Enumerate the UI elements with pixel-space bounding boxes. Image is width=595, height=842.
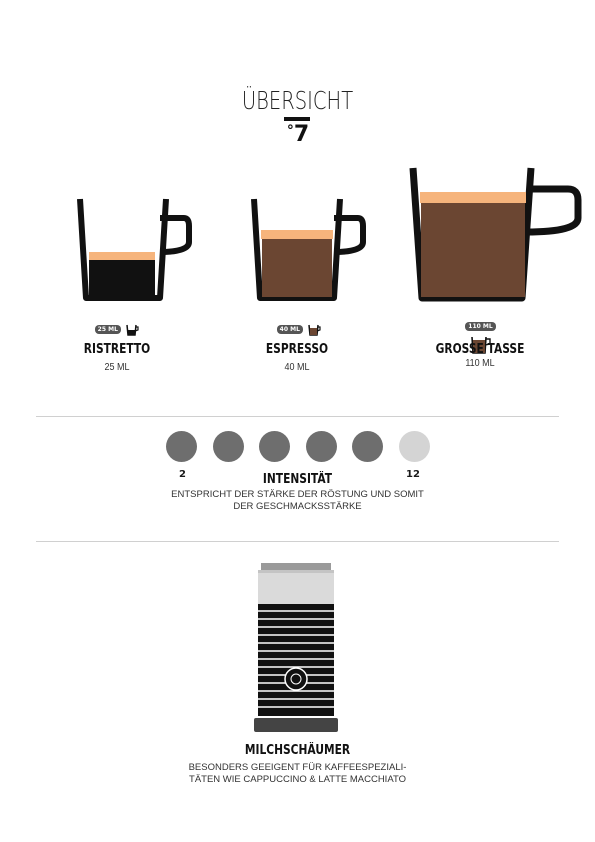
ristretto-cup-icon [77, 198, 192, 301]
intensity-description-line-1: ENTSPRICHT DER STÄRKE DER RÖSTUNG UND SO… [171, 489, 424, 500]
milk-frother-title: MILCHSCHÄUMER [244, 743, 351, 758]
divider-top [36, 416, 559, 417]
intensity-title: INTENSITÄT [262, 472, 333, 487]
intensity-dot [166, 431, 197, 462]
espresso-cup-icon [251, 198, 366, 301]
espresso-name: ESPRESSO [265, 342, 329, 357]
divider-bottom [36, 541, 559, 542]
intensity-description: ENTSPRICHT DER STÄRKE DER RÖSTUNG UND SO… [0, 489, 595, 513]
logo-degree: ° [286, 123, 294, 139]
mini-cup-icon [308, 324, 321, 336]
grosse-tasse-name: GROSSE TASSE [435, 342, 525, 357]
intensity-dot [259, 431, 290, 462]
ristretto-name: RISTRETTO [83, 342, 151, 357]
intensity-dot [398, 431, 430, 462]
milk-frother-description: BESONDERS GEEIGENT FÜR KAFFEESPEZIALI- T… [0, 762, 595, 786]
brand-logo: °7 [283, 122, 313, 147]
grosse-tasse-badge: 110 ML [465, 322, 496, 332]
espresso-size-indicator: 40 ML [274, 321, 324, 339]
intensity-dot [212, 431, 244, 462]
logo-bar [284, 117, 310, 121]
intensity-description-line-2: DER GESCHMACKSSTÄRKE [233, 501, 362, 512]
ristretto-volume: 25 ML [104, 362, 130, 373]
mini-cup-icon [126, 324, 139, 336]
intensity-dot [352, 431, 383, 462]
ristretto-size-indicator: 25 ML [92, 321, 142, 339]
milk-frother-icon [254, 563, 338, 732]
espresso-volume: 40 ML [284, 362, 310, 373]
grosse-tasse-cup-icon [409, 167, 582, 302]
milk-frother-description-line-2: TÄTEN WIE CAPPUCCINO & LATTE MACCHIATO [189, 774, 406, 785]
logo-number: 7 [293, 122, 310, 147]
grosse-tasse-volume: 110 ML [465, 358, 495, 369]
espresso-badge: 40 ML [276, 325, 303, 335]
milk-frother-description-line-1: BESONDERS GEEIGENT FÜR KAFFEESPEZIALI- [188, 762, 407, 773]
intensity-dot [305, 431, 337, 462]
ristretto-badge: 25 ML [94, 325, 121, 335]
page-title: ÜBERSICHT [241, 86, 354, 115]
